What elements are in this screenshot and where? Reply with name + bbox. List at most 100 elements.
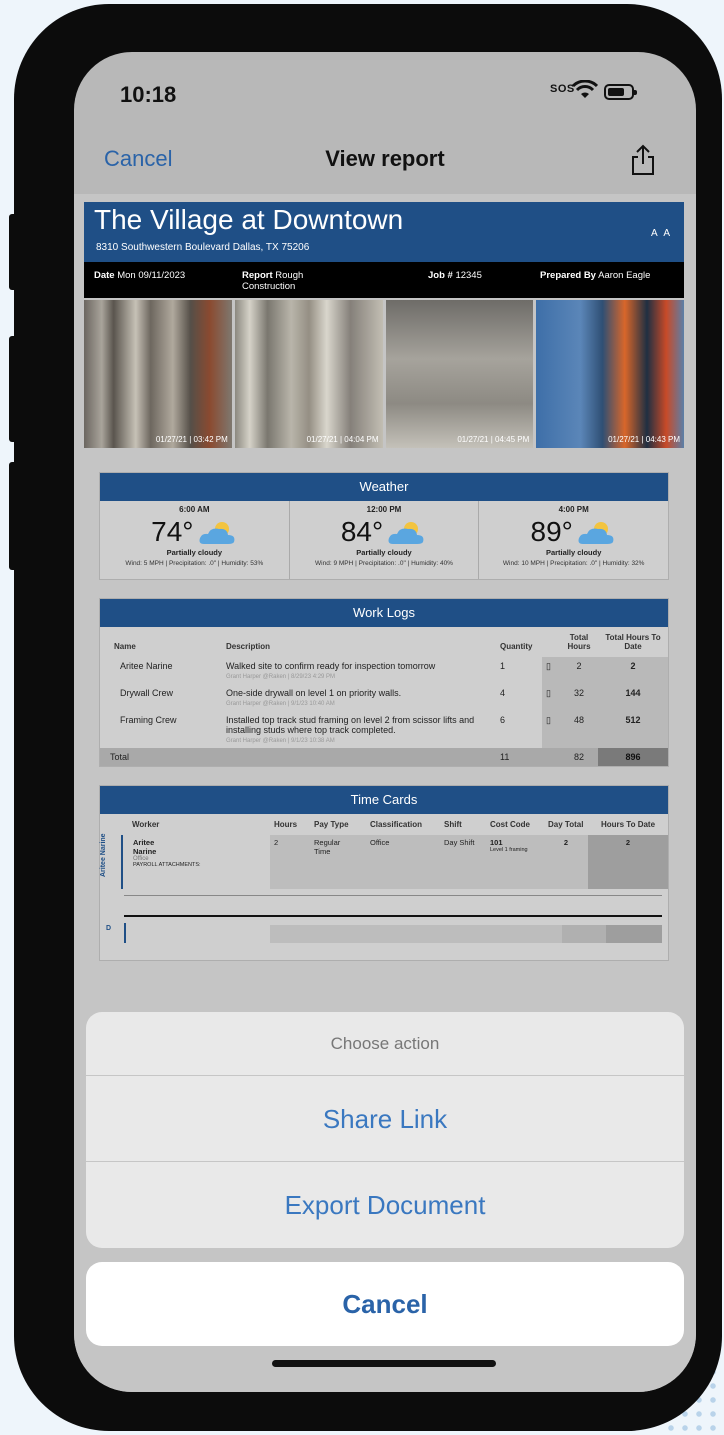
row-author: Grant Harper @Raken | 8/29/23 4:29 PM [226, 674, 336, 680]
photo-strip: 01/27/21 | 03:42 PM 01/27/21 | 04:04 PM … [84, 300, 684, 448]
doc-icon: ▯ [542, 684, 560, 711]
action-sheet: Choose action Share Link Export Document [86, 1012, 684, 1248]
home-indicator[interactable] [272, 1360, 496, 1367]
partly-cloudy-icon [388, 522, 424, 544]
report-header: The Village at Downtown 8310 Southwester… [84, 202, 684, 262]
col-quantity: Quantity [500, 642, 533, 651]
table-row: Aritee Narine Aritee Narine Office PAYROLL … [100, 833, 668, 889]
weather-slot: 4:00 PM 89° Partially cloudy Wind: 10 MP… [479, 501, 668, 579]
timecards-table: Worker Hours Pay Type Classification Shi… [100, 814, 668, 889]
weather-temp: 84° [340, 516, 384, 547]
tc-pay-type: Regular [314, 838, 341, 847]
worker-side-label: Aritee Narine [100, 833, 107, 877]
report-meta-bar: Date Mon 09/11/2023 Report Rough Construc… [84, 262, 684, 298]
volume-down-button [9, 462, 17, 570]
row-quantity: 1 [500, 661, 506, 671]
partly-cloudy-icon [578, 522, 614, 544]
meta-prepared-by: Prepared By Aaron Eagle [540, 270, 651, 281]
tc-cost-code: 101 [490, 838, 503, 847]
col-name: Name [114, 642, 136, 651]
action-sheet-cancel-button[interactable]: Cancel [86, 1262, 684, 1346]
project-address: 8310 Southwestern Boulevard Dallas, TX 7… [96, 242, 310, 253]
row-hours: 48 [560, 711, 598, 748]
action-sheet-title: Choose action [86, 1012, 684, 1076]
row-author: Grant Harper @Raken | 9/1/23 10:40 AM [226, 701, 335, 707]
weather-time: 12:00 PM [366, 505, 402, 514]
total-label: Total [100, 748, 222, 766]
share-icon[interactable] [630, 144, 656, 176]
total-quantity: 11 [496, 748, 542, 766]
worklogs-section: Work Logs Name Description Quantity Tota… [99, 598, 669, 767]
weather-precip: Precipitation: .0" [358, 560, 406, 567]
site-photo[interactable]: 01/27/21 | 04:43 PM [536, 300, 684, 448]
weather-desc: Partially cloudy [166, 548, 223, 557]
total-row: Total 11 82 896 [100, 748, 668, 766]
payroll-attachments: PAYROLL ATTACHMENTS: [133, 862, 201, 868]
weather-time: 4:00 PM [558, 505, 589, 514]
doc-icon: ▯ [542, 657, 560, 684]
row-author: Grant Harper @Raken | 9/1/23 10:38 AM [226, 738, 335, 744]
table-row: Framing Crew Installed top track stud fr… [100, 711, 668, 748]
total-hours: 82 [560, 748, 598, 766]
row-hours: 2 [560, 657, 598, 684]
site-photo[interactable]: 01/27/21 | 03:42 PM [84, 300, 232, 448]
weather-slot: 6:00 AM 74° Partially cloudy Wind: 5 MPH… [100, 501, 290, 579]
tc-to-date: 2 [588, 835, 668, 889]
col-pay-type: Pay Type [314, 820, 349, 829]
table-row: Drywall Crew One-side drywall on level 1… [100, 684, 668, 711]
worklogs-header: Work Logs [100, 599, 668, 627]
weather-time: 6:00 AM [179, 505, 210, 514]
tc-day-total: 2 [544, 835, 588, 889]
col-shift: Shift [444, 820, 462, 829]
tc-cost-code-sub: Level 1 framing [490, 847, 528, 853]
row-shade [606, 925, 662, 943]
row-description: Installed top track stud framing on leve… [226, 715, 475, 735]
weather-header: Weather [100, 473, 668, 501]
row-name: Aritee Narine [120, 661, 173, 671]
screen: 10:18 SOS Cancel View report The Village… [74, 52, 696, 1392]
timecards-section: Time Cards Worker Hours Pay Type Classif… [99, 785, 669, 961]
site-photo[interactable]: 01/27/21 | 04:04 PM [234, 300, 383, 448]
meta-report: Report Rough Construction [242, 270, 304, 292]
row-hours: 32 [560, 684, 598, 711]
col-hours-to-date: Hours To Date [600, 820, 656, 829]
row-name: Drywall Crew [120, 688, 174, 698]
status-time: 10:18 [120, 82, 177, 107]
timecards-header: Time Cards [100, 786, 668, 814]
volume-up-button [9, 336, 17, 442]
share-link-button[interactable]: Share Link [86, 1076, 684, 1162]
col-total-to-date: Total Hours To Date [605, 633, 661, 651]
col-worker: Worker [132, 820, 160, 829]
photo-timestamp: 01/27/21 | 03:42 PM [155, 435, 228, 444]
worklogs-table: Name Description Quantity Total Hours To… [100, 627, 668, 766]
divider [124, 915, 662, 923]
weather-humidity: Humidity: 53% [221, 560, 264, 567]
weather-desc: Partially cloudy [356, 548, 412, 557]
phone-frame: 10:18 SOS Cancel View report The Village… [9, 4, 722, 1431]
weather-temp: 89° [530, 516, 573, 547]
weather-precip: Precipitation: .0" [550, 560, 598, 567]
col-cost-code: Cost Code [490, 820, 530, 829]
row-shade [562, 925, 606, 943]
export-document-button[interactable]: Export Document [86, 1162, 684, 1248]
row-name: Framing Crew [120, 715, 177, 725]
status-bar: 10:18 SOS [74, 52, 696, 132]
site-photo[interactable]: 01/27/21 | 04:45 PM [385, 300, 534, 448]
weather-wind: Wind: 10 MPH [502, 560, 545, 567]
tc-hours: 2 [270, 835, 310, 889]
project-title: The Village at Downtown [94, 204, 404, 235]
col-total-hours: Total Hours [567, 633, 591, 651]
col-hours: Hours [274, 820, 298, 829]
worker-name: Aritee [133, 838, 155, 847]
row-marker [124, 923, 126, 943]
text-size-control[interactable]: A A [651, 228, 672, 239]
side-button [9, 214, 17, 290]
meta-date: Date Mon 09/11/2023 [94, 270, 186, 281]
weather-humidity: Humidity: 32% [602, 560, 645, 567]
row-description: Walked site to confirm ready for inspect… [226, 661, 436, 671]
weather-slot: 12:00 PM 84° Partially cloudy Wind: 9 MP… [290, 501, 480, 579]
photo-timestamp: 01/27/21 | 04:45 PM [457, 435, 530, 444]
nav-cancel-button[interactable]: Cancel [104, 146, 172, 172]
row-quantity: 6 [500, 715, 506, 725]
col-classification: Classification [370, 820, 423, 829]
